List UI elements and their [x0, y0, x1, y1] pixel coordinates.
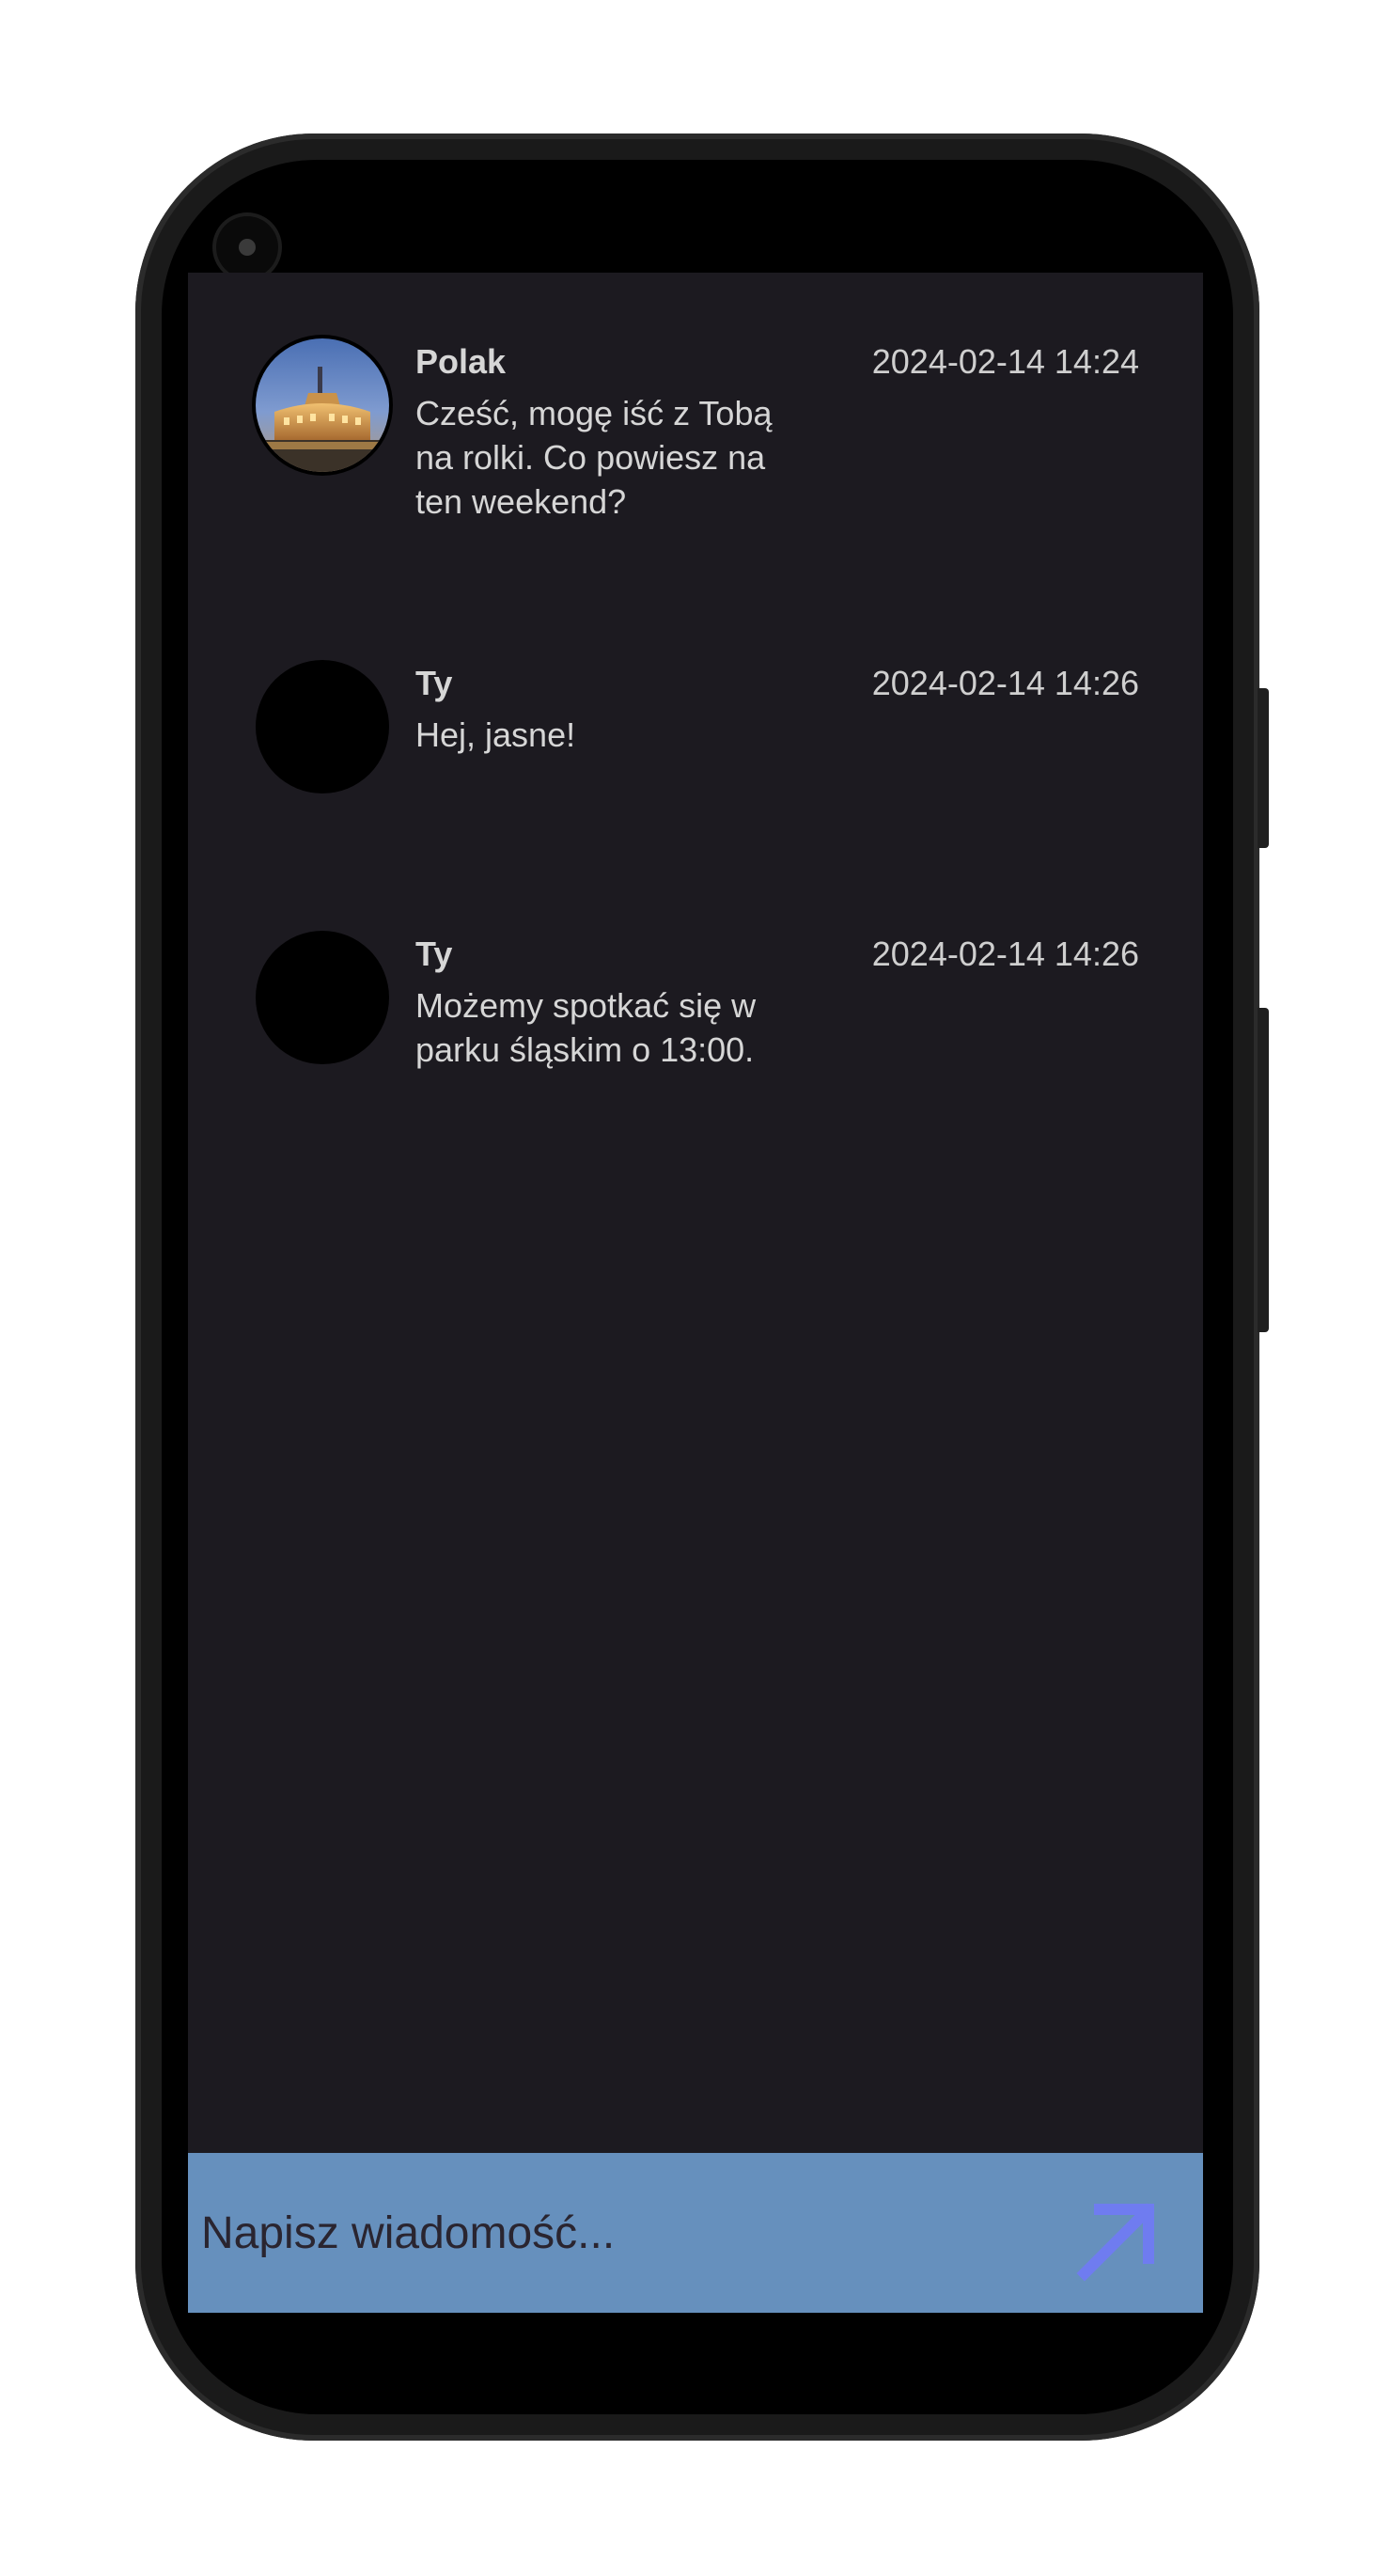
volume-button: [1258, 1008, 1269, 1332]
front-camera-icon: [216, 216, 278, 278]
message-sender: Ty: [415, 664, 453, 702]
message-timestamp: 2024-02-14 14:24: [871, 342, 1139, 381]
message-text: Cześć, mogę iść z Tobą na rolki. Co powi…: [415, 394, 773, 521]
message-list[interactable]: Polak 2024-02-14 14:24 Cześć, mogę iść z…: [188, 273, 1203, 2153]
message-timestamp: 2024-02-14 14:26: [871, 935, 1139, 973]
message-sender: Ty: [415, 935, 453, 973]
message-item[interactable]: Ty 2024-02-14 14:26 Hej, jasne!: [256, 660, 1139, 801]
send-button[interactable]: [1071, 2192, 1165, 2286]
status-bar: [188, 188, 1203, 278]
power-button: [1258, 688, 1269, 848]
message-item[interactable]: Ty 2024-02-14 14:26 Możemy spotkać się w…: [256, 931, 1139, 1081]
message-sender: Polak: [415, 342, 507, 381]
avatar[interactable]: [256, 338, 389, 472]
avatar[interactable]: [256, 660, 389, 793]
message-text: Hej, jasne!: [415, 715, 576, 754]
avatar[interactable]: [256, 931, 389, 1064]
message-text: Możemy spotkać się w parku śląskim o 13:…: [415, 986, 757, 1069]
message-item[interactable]: Polak 2024-02-14 14:24 Cześć, mogę iść z…: [256, 338, 1139, 526]
castle-photo: [256, 338, 389, 472]
message-composer: [188, 2153, 1203, 2313]
system-navigation-bar: [188, 2313, 1203, 2388]
message-input[interactable]: [201, 2200, 1009, 2266]
arrow-up-right-icon: [1076, 2203, 1155, 2282]
phone-screen: Polak 2024-02-14 14:24 Cześć, mogę iść z…: [188, 188, 1203, 2388]
message-timestamp: 2024-02-14 14:26: [871, 664, 1139, 702]
